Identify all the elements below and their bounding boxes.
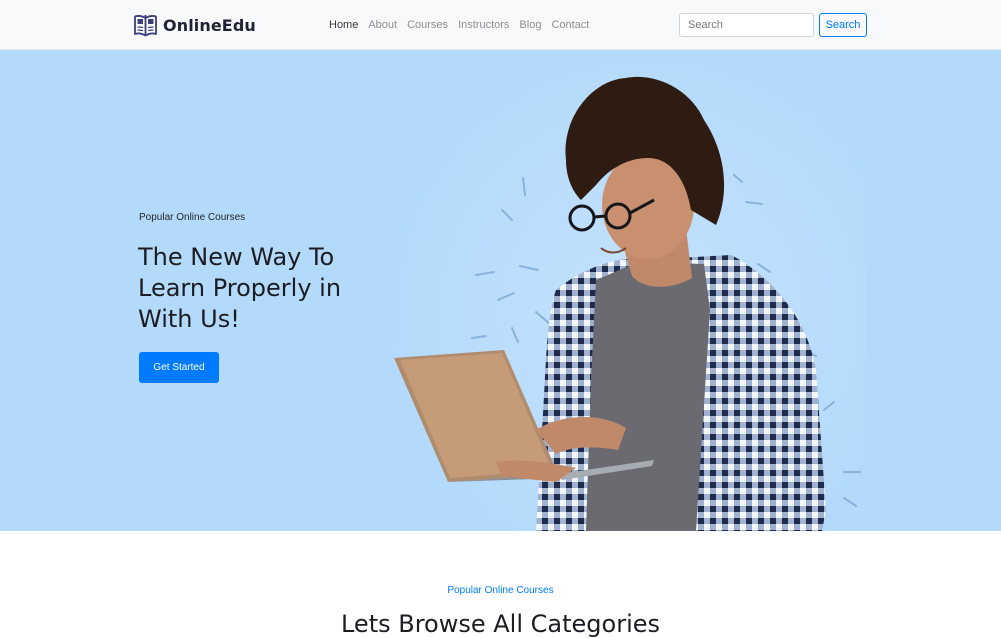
search-input[interactable] [679, 13, 814, 37]
nav-link-instructors[interactable]: Instructors [458, 17, 509, 33]
categories-title: Lets Browse All Categories [340, 610, 661, 638]
brand-logo-link[interactable]: OnlineEdu [133, 13, 256, 37]
search-button[interactable]: Search [819, 13, 867, 37]
hero-title: The New Way To Learn Properly in With Us… [138, 243, 342, 333]
nav-link-about[interactable]: About [368, 17, 397, 33]
nav-link-contact[interactable]: Contact [551, 17, 589, 33]
open-book-icon [133, 13, 158, 37]
navbar: OnlineEdu Home About Courses Instructors… [0, 0, 1001, 50]
nav-link-courses[interactable]: Courses [407, 17, 448, 33]
get-started-button[interactable]: Get Started [139, 352, 219, 383]
categories-subtitle: Popular Online Courses [447, 585, 554, 596]
nav-link-home[interactable]: Home [329, 17, 358, 33]
brand-name: OnlineEdu [163, 15, 256, 35]
nav-link-blog[interactable]: Blog [519, 17, 541, 33]
hero-section: Popular Online Courses The New Way To Le… [0, 50, 1001, 531]
hero-subtitle: Popular Online Courses [139, 212, 246, 223]
student-with-laptop-photo [386, 50, 866, 531]
